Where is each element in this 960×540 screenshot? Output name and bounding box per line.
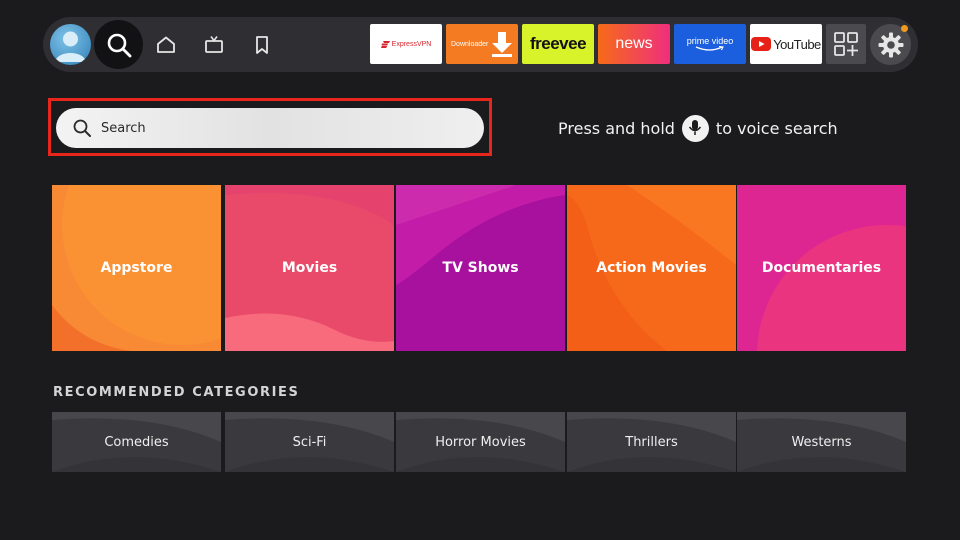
- recommended-tile-westerns[interactable]: Westerns: [737, 412, 906, 472]
- nav-search-button[interactable]: [94, 20, 143, 69]
- notification-dot: [901, 25, 908, 32]
- app-tile-label: Downloader: [451, 40, 489, 48]
- category-label: Action Movies: [596, 260, 707, 276]
- bookmark-icon: [256, 36, 268, 54]
- recommended-label: Sci-Fi: [292, 434, 327, 450]
- app-tile-label: prime video: [686, 36, 734, 46]
- category-label: Appstore: [100, 260, 173, 276]
- category-tile-documentaries[interactable]: Documentaries: [737, 185, 906, 351]
- category-tile-appstore[interactable]: Appstore: [52, 185, 221, 351]
- recommended-tile-thrillers[interactable]: Thrillers: [567, 412, 736, 472]
- microphone-icon: [681, 114, 709, 142]
- nav-home-button[interactable]: [152, 31, 180, 59]
- recommended-label: Horror Movies: [435, 434, 526, 450]
- app-tile-youtube[interactable]: YouTube: [750, 24, 822, 64]
- download-arrow-icon: [492, 32, 513, 57]
- category-label: Documentaries: [761, 260, 882, 276]
- all-apps-button[interactable]: [826, 24, 866, 64]
- recommended-categories-heading: RECOMMENDED CATEGORIES: [53, 385, 300, 400]
- category-label: TV Shows: [442, 260, 519, 276]
- search-input[interactable]: Search: [56, 108, 484, 148]
- prime-smile-icon: [695, 46, 724, 51]
- category-tile-action-movies[interactable]: Action Movies: [567, 185, 736, 351]
- app-tile-label: ExpressVPN: [391, 40, 432, 48]
- app-tile-prime-video[interactable]: prime video: [674, 24, 746, 64]
- category-tile-movies[interactable]: Movies: [225, 185, 394, 351]
- app-tile-news[interactable]: news: [598, 24, 670, 64]
- app-tile-label: YouTube: [773, 36, 821, 52]
- category-tile-tv-shows[interactable]: TV Shows: [396, 185, 565, 351]
- top-nav-bar: ExpressVPN Downloader freevee news prime…: [43, 17, 918, 72]
- home-icon: [157, 36, 175, 53]
- search-placeholder: Search: [101, 120, 146, 136]
- app-tile-freevee[interactable]: freevee: [522, 24, 594, 64]
- recommended-label: Westerns: [791, 434, 852, 450]
- voice-search-hint: Press and hold to voice search: [558, 114, 838, 142]
- search-icon: [107, 33, 131, 57]
- recommended-label: Thrillers: [625, 434, 678, 450]
- app-tile-downloader[interactable]: Downloader: [446, 24, 518, 64]
- recommended-tile-comedies[interactable]: Comedies: [52, 412, 221, 472]
- person-icon: [55, 31, 86, 62]
- search-icon: [73, 119, 91, 137]
- recommended-tile-horror-movies[interactable]: Horror Movies: [396, 412, 565, 472]
- app-tile-label: news: [615, 35, 653, 52]
- youtube-play-icon: [751, 37, 772, 51]
- recommended-label: Comedies: [104, 434, 169, 450]
- nav-live-tv-button[interactable]: [200, 31, 228, 59]
- category-label: Movies: [281, 260, 338, 276]
- app-tile-label: freevee: [529, 34, 587, 53]
- voice-hint-text-after: to voice search: [715, 118, 838, 138]
- app-tile-expressvpn[interactable]: ExpressVPN: [370, 24, 442, 64]
- recommended-tile-sci-fi[interactable]: Sci-Fi: [225, 412, 394, 472]
- gear-icon: [878, 32, 903, 57]
- voice-hint-text-before: Press and hold: [558, 118, 675, 138]
- apps-grid-icon: [834, 32, 858, 56]
- profile-avatar[interactable]: [50, 24, 91, 65]
- expressvpn-logo-icon: [380, 40, 390, 48]
- nav-watchlist-button[interactable]: [248, 31, 276, 59]
- tv-icon: [205, 36, 223, 53]
